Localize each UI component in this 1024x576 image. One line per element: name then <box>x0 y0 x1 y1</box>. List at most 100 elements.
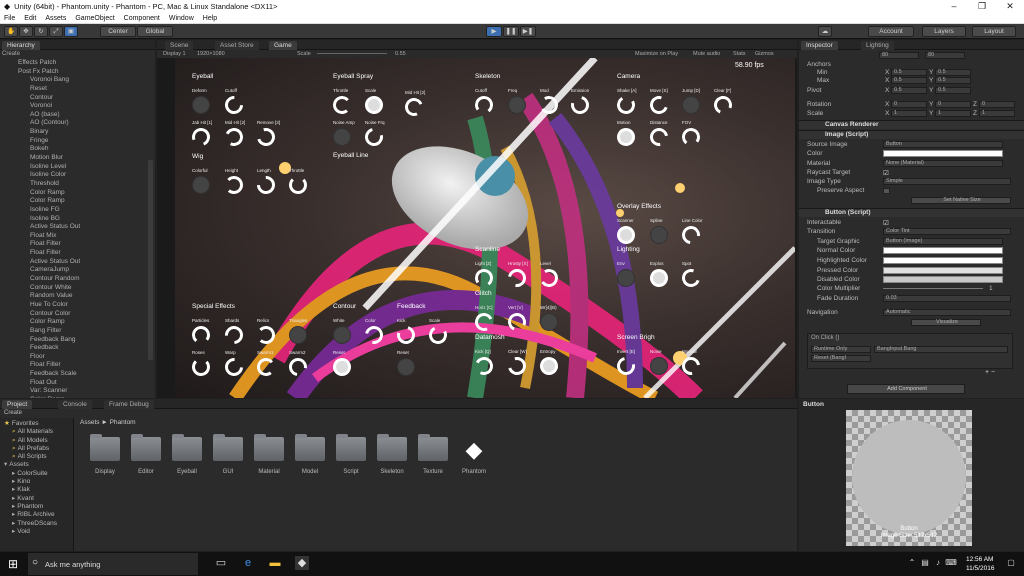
width-field[interactable]: 80 <box>879 52 919 59</box>
favorite-item[interactable]: ⌕ All Prefabs <box>4 445 72 453</box>
hierarchy-item[interactable]: Post Fx Patch <box>0 68 148 77</box>
network-icon[interactable]: ▤ <box>918 556 932 570</box>
rotate-tool-icon[interactable]: ↻ <box>34 26 48 37</box>
hierarchy-item[interactable]: Contour Random <box>0 275 148 284</box>
hierarchy-item[interactable]: AO (Contour) <box>0 119 148 128</box>
add-event-button[interactable]: + − <box>985 369 995 376</box>
source-image-field[interactable]: Button <box>883 141 1003 148</box>
folder-icon[interactable] <box>295 434 325 461</box>
height-field[interactable]: 80 <box>925 52 965 59</box>
pivot-x-field[interactable]: 0.5 <box>891 87 927 94</box>
edge-browser-icon[interactable]: e <box>241 556 255 570</box>
hierarchy-item[interactable]: Floor <box>0 353 148 362</box>
hierarchy-item[interactable]: Isoline Color <box>0 171 148 180</box>
hierarchy-item[interactable]: Hue To Color <box>0 301 148 310</box>
hierarchy-item[interactable]: Isoline Level <box>0 163 148 172</box>
display-dropdown[interactable]: Display 1 <box>163 51 186 57</box>
breadcrumb-phantom[interactable]: Phantom <box>110 419 136 426</box>
preserve-aspect-checkbox[interactable] <box>883 188 890 194</box>
mute-audio-toggle[interactable]: Mute audio <box>693 51 720 57</box>
rotation-y-field[interactable]: 0 <box>935 101 971 108</box>
function-dropdown[interactable]: BangInput.Bang <box>874 346 1008 353</box>
scale-x-field[interactable]: 1 <box>891 110 927 117</box>
menu-component[interactable]: Component <box>124 15 160 22</box>
pause-button[interactable]: ❚❚ <box>503 26 519 37</box>
play-button[interactable]: ▶ <box>486 26 502 37</box>
visualize-button[interactable]: Visualize <box>911 319 981 326</box>
runtime-dropdown[interactable]: Runtime Only <box>811 346 871 353</box>
favorites-node[interactable]: ★ Favorites <box>4 420 72 428</box>
tray-chevron-icon[interactable]: ⌃ <box>905 556 919 570</box>
asset-folder-item[interactable]: ▸ ColorSuite <box>4 470 72 478</box>
hierarchy-item[interactable]: Threshold <box>0 180 148 189</box>
disabled-color-swatch[interactable] <box>883 276 1003 283</box>
move-tool-icon[interactable]: ✥ <box>19 26 33 37</box>
account-dropdown[interactable]: Account <box>868 26 914 37</box>
keyboard-icon[interactable]: ⌨ <box>944 556 958 570</box>
material-field[interactable]: None (Material) <box>883 160 1003 167</box>
hierarchy-item[interactable]: Motion Blur <box>0 154 148 163</box>
hierarchy-item[interactable]: Reset <box>0 85 148 94</box>
tab-scene[interactable]: Scene <box>165 41 194 50</box>
hierarchy-item[interactable]: Bokeh <box>0 145 148 154</box>
target-object-field[interactable]: Reset (BangI <box>811 355 871 362</box>
asset-folder-item[interactable]: ▸ ThreeDScans <box>4 520 72 528</box>
layers-dropdown[interactable]: Layers <box>922 26 966 37</box>
layout-dropdown[interactable]: Layout <box>972 26 1016 37</box>
breadcrumb-assets[interactable]: Assets <box>80 419 100 426</box>
asset-folder-item[interactable]: ▸ Kvant <box>4 495 72 503</box>
folder-icon[interactable] <box>213 434 243 461</box>
project-create-button[interactable]: Create <box>4 410 22 416</box>
hierarchy-item[interactable]: Binary <box>0 128 148 137</box>
pressed-color-swatch[interactable] <box>883 267 1003 274</box>
tab-inspector[interactable]: Inspector <box>801 41 838 50</box>
folder-icon[interactable] <box>336 434 366 461</box>
pivot-center-toggle[interactable]: Center <box>100 26 136 37</box>
scale-tool-icon[interactable]: ⤢ <box>49 26 63 37</box>
hierarchy-item[interactable]: Color Ramp <box>0 318 148 327</box>
tab-frame-debug[interactable]: Frame Debug <box>104 400 154 409</box>
hierarchy-item[interactable]: AO (base) <box>0 111 148 120</box>
min-x-field[interactable]: 0.5 <box>891 69 927 76</box>
close-button[interactable]: ✕ <box>996 0 1024 13</box>
maximize-on-play-toggle[interactable]: Maximize on Play <box>635 51 678 57</box>
tab-hierarchy[interactable]: Hierarchy <box>2 41 40 50</box>
max-y-field[interactable]: 0.5 <box>935 77 971 84</box>
folder-icon[interactable] <box>172 434 202 461</box>
stats-toggle[interactable]: Stats <box>733 51 746 57</box>
hierarchy-item[interactable]: Feedback <box>0 344 148 353</box>
folder-icon[interactable] <box>254 434 284 461</box>
unity-scene-icon[interactable]: ◆ <box>459 437 489 463</box>
scale-slider[interactable] <box>317 53 387 54</box>
interactable-checkbox[interactable]: ☑ <box>883 219 889 227</box>
hierarchy-item[interactable]: Float Filter <box>0 240 148 249</box>
hierarchy-item[interactable]: Color Ramp <box>0 189 148 198</box>
normal-color-swatch[interactable] <box>883 247 1003 254</box>
rotation-x-field[interactable]: 0 <box>891 101 927 108</box>
assets-node[interactable]: ▾ Assets <box>4 461 72 469</box>
menu-edit[interactable]: Edit <box>24 15 36 22</box>
asset-folder-item[interactable]: ▸ Void <box>4 528 72 536</box>
hierarchy-item[interactable]: Random Value <box>0 292 148 301</box>
tab-lighting[interactable]: Lighting <box>861 41 894 50</box>
image-type-dropdown[interactable]: Simple <box>883 178 1011 185</box>
cloud-icon[interactable]: ☁ <box>818 26 832 37</box>
unity-taskbar-icon[interactable]: ◆ <box>295 556 309 570</box>
hierarchy-item[interactable]: Float Filter <box>0 249 148 258</box>
rect-tool-icon[interactable]: ▣ <box>64 26 78 37</box>
hierarchy-item[interactable]: Contour Color <box>0 310 148 319</box>
hand-tool-icon[interactable]: ✋ <box>4 26 18 37</box>
folder-icon[interactable] <box>131 434 161 461</box>
add-component-button[interactable]: Add Component <box>847 384 965 394</box>
asset-folder-item[interactable]: ▸ Phantom <box>4 503 72 511</box>
hierarchy-item[interactable]: Color Ramp <box>0 396 148 398</box>
navigation-dropdown[interactable]: Automatic <box>883 309 1011 316</box>
target-graphic-field[interactable]: Button (Image) <box>883 238 1003 245</box>
raycast-checkbox[interactable]: ☑ <box>883 169 889 177</box>
gizmos-dropdown[interactable]: Gizmos <box>755 51 774 57</box>
windows-start-icon[interactable]: ⊞ <box>8 557 18 571</box>
asset-folder-item[interactable]: ▸ Kino <box>4 478 72 486</box>
transition-dropdown[interactable]: Color Tint <box>883 228 1011 235</box>
space-global-toggle[interactable]: Global <box>137 26 173 37</box>
min-y-field[interactable]: 0.5 <box>935 69 971 76</box>
